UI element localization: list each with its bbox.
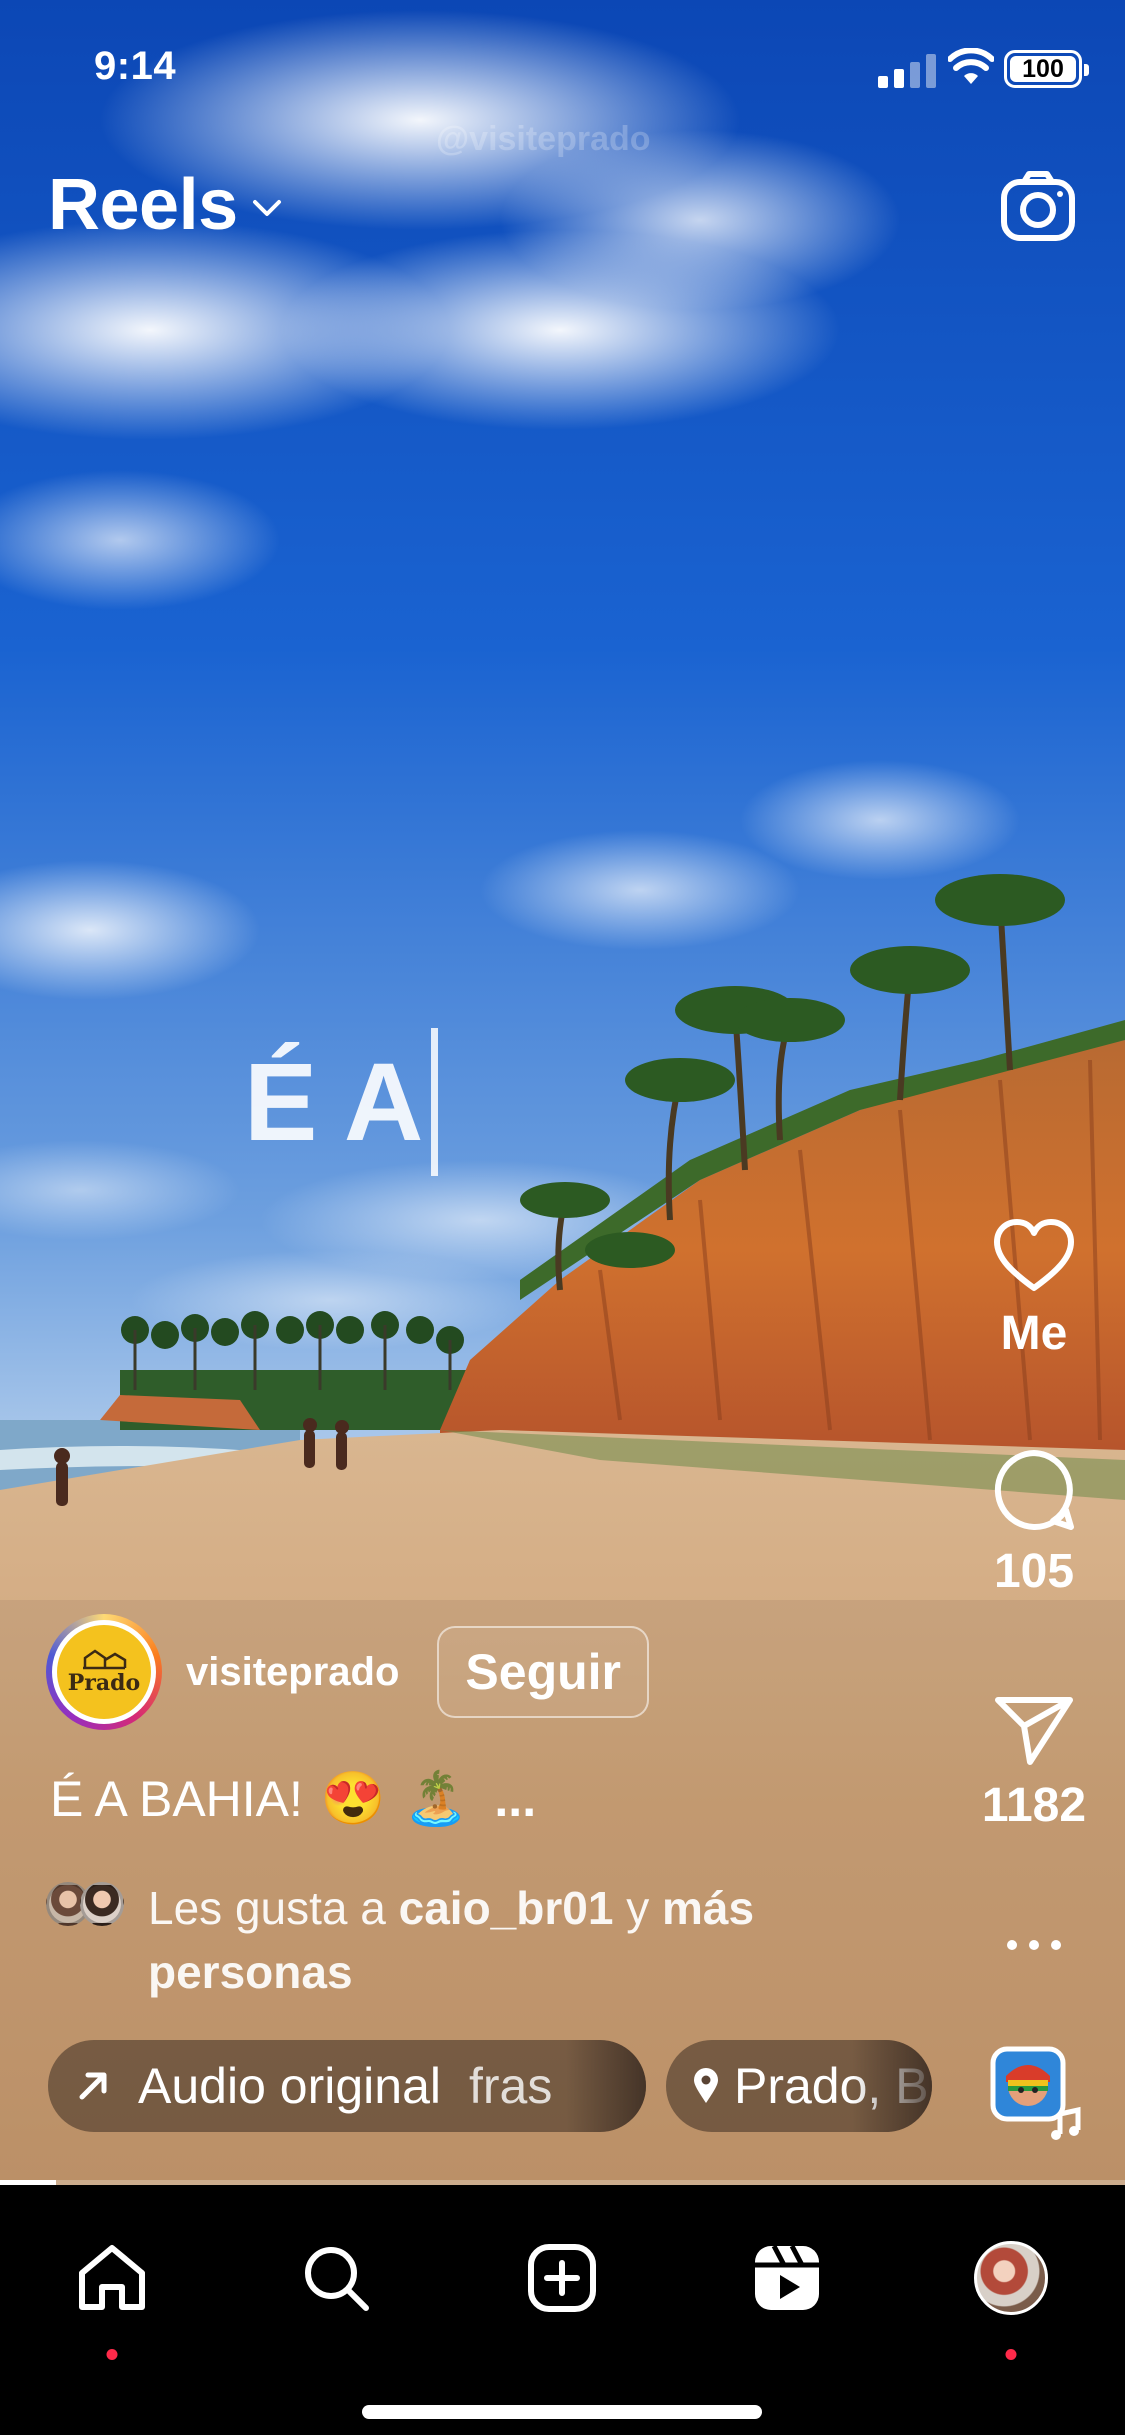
follow-button[interactable]: Seguir bbox=[437, 1626, 649, 1718]
author-avatar[interactable]: Prado bbox=[46, 1614, 162, 1730]
avatar-brand-text: Prado bbox=[67, 1670, 141, 1696]
video-overlay-text: É A bbox=[244, 1028, 439, 1176]
heart-icon bbox=[994, 1219, 1074, 1291]
liked-by-row[interactable]: Les gusta a caio_br01 y más personas bbox=[46, 1876, 926, 2004]
audio-extra: fras bbox=[468, 2058, 553, 2114]
wifi-icon bbox=[948, 48, 994, 84]
video-watermark: @visiteprado bbox=[436, 120, 651, 158]
status-bar: 9:14 100 bbox=[0, 40, 1125, 100]
liked-by-user[interactable]: caio_br01 bbox=[399, 1882, 614, 1934]
battery-icon: 100 bbox=[1004, 50, 1089, 88]
arrow-up-right-icon bbox=[79, 2072, 107, 2100]
page-title: Reels bbox=[48, 165, 238, 245]
notification-dot bbox=[106, 2349, 118, 2360]
location-chip[interactable]: Prado, B bbox=[666, 2040, 932, 2132]
comment-button[interactable]: 105 bbox=[964, 1448, 1104, 1599]
reels-feed-selector[interactable]: Reels bbox=[48, 164, 282, 246]
post-author: Prado visiteprado Seguir bbox=[46, 1614, 649, 1730]
caption-more[interactable]: ... bbox=[494, 1770, 536, 1828]
share-count: 1182 bbox=[981, 1779, 1087, 1832]
nav-home[interactable] bbox=[57, 2223, 167, 2360]
like-button[interactable]: Me bbox=[964, 1218, 1104, 1361]
caption-emoji-heart-eyes: 😍 bbox=[320, 1770, 386, 1828]
location-pin-icon bbox=[694, 2068, 718, 2103]
reel-video-frame[interactable] bbox=[0, 0, 1125, 2185]
audio-chip[interactable]: Audio original fras bbox=[48, 2040, 646, 2132]
post-caption[interactable]: É A BAHIA! 😍 🏝️ ... bbox=[50, 1768, 536, 1829]
create-icon bbox=[528, 2244, 596, 2312]
profile-avatar bbox=[974, 2241, 1048, 2315]
caption-emoji-island: 🏝️ bbox=[403, 1770, 469, 1828]
battery-level: 100 bbox=[1010, 56, 1076, 82]
reels-icon bbox=[755, 2244, 819, 2310]
liked-by-text: Les gusta a caio_br01 y más personas bbox=[148, 1882, 755, 1998]
home-icon bbox=[79, 2245, 145, 2310]
text-cursor bbox=[431, 1028, 439, 1176]
status-time: 9:14 bbox=[94, 44, 177, 88]
more-options-button[interactable] bbox=[964, 1938, 1104, 1952]
like-label: Me bbox=[1000, 1307, 1068, 1360]
comment-count: 105 bbox=[993, 1545, 1075, 1598]
notification-dot bbox=[1005, 2349, 1017, 2360]
chevron-down-icon bbox=[252, 200, 281, 216]
liked-by-avatars bbox=[46, 1882, 128, 1926]
house-logo-icon bbox=[83, 1649, 127, 1670]
nav-profile[interactable] bbox=[956, 2223, 1066, 2360]
share-button[interactable]: 1182 bbox=[964, 1694, 1104, 1833]
nav-reels[interactable] bbox=[732, 2223, 842, 2333]
bottom-nav bbox=[0, 2185, 1125, 2435]
comment-icon bbox=[994, 1450, 1074, 1530]
more-icon bbox=[1007, 1940, 1061, 1950]
caption-text: É A BAHIA! bbox=[50, 1770, 303, 1827]
nav-search[interactable] bbox=[281, 2223, 391, 2333]
author-username[interactable]: visiteprado bbox=[186, 1650, 399, 1695]
camera-icon[interactable] bbox=[998, 168, 1078, 248]
send-icon bbox=[995, 1697, 1073, 1765]
audio-label: Audio original bbox=[138, 2058, 441, 2114]
audio-thumbnail[interactable] bbox=[990, 2046, 1086, 2142]
home-indicator bbox=[362, 2405, 762, 2419]
search-icon bbox=[305, 2247, 369, 2311]
overlay-caption: É A bbox=[244, 1040, 424, 1164]
beach-scene bbox=[0, 0, 1125, 2185]
avatar bbox=[80, 1882, 124, 1926]
nav-create[interactable] bbox=[507, 2223, 617, 2333]
cellular-signal-icon bbox=[878, 54, 936, 88]
